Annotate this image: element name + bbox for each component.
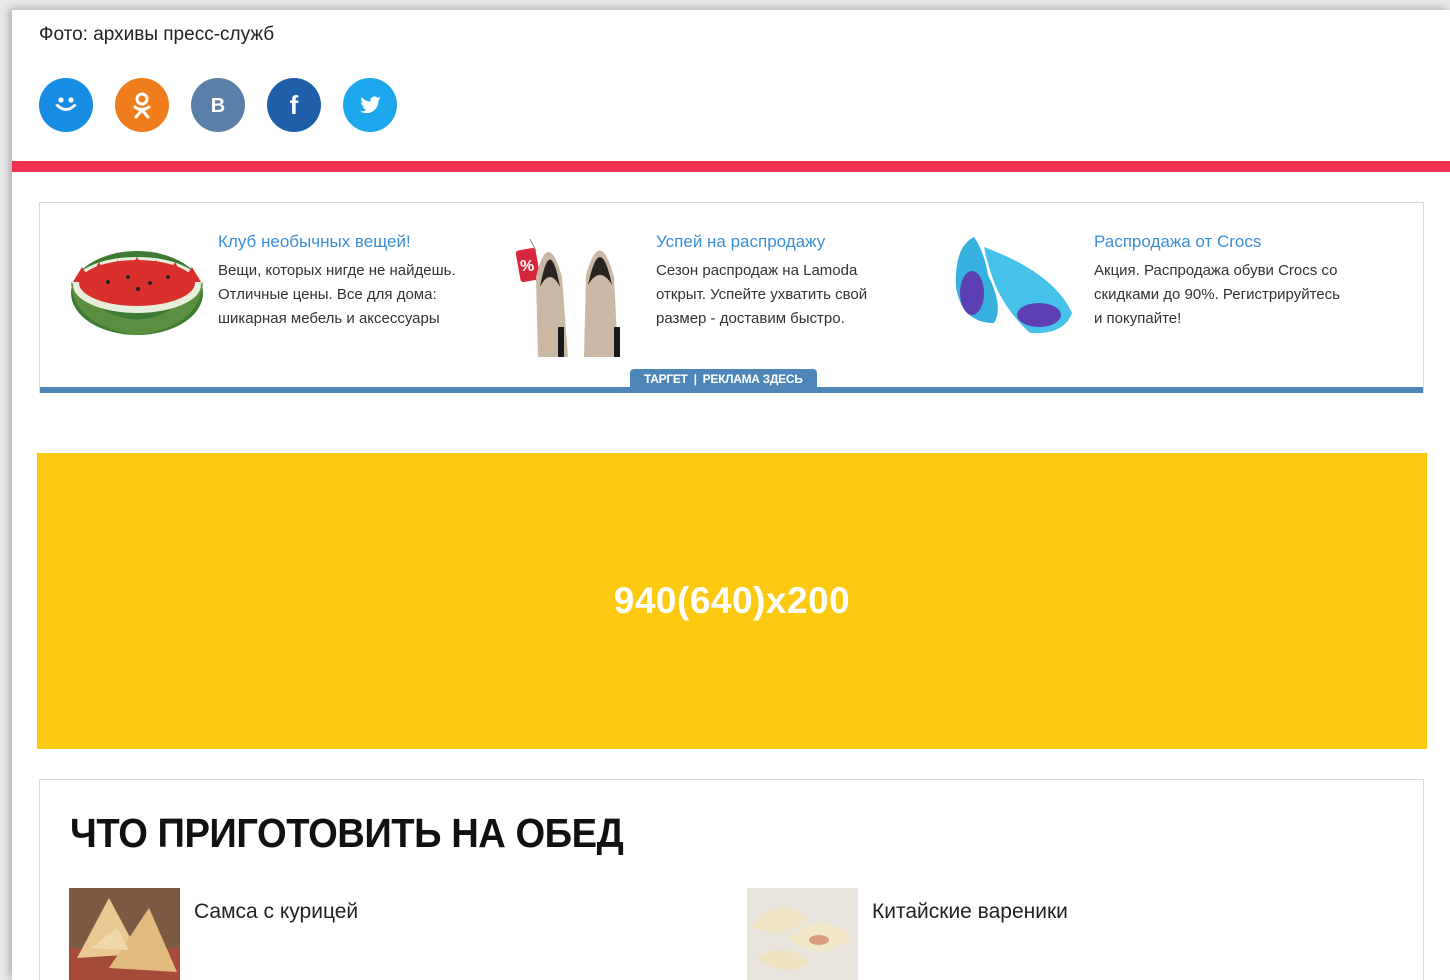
advertise-here-link[interactable]: РЕКЛАМА ЗДЕСЬ	[703, 372, 803, 386]
article-page: Фото: архивы пресс-служб B f Клуб необыч…	[12, 10, 1450, 980]
ad-description: Сезон распродаж на Lamoda открыт. Успейт…	[656, 262, 868, 327]
recipe-name[interactable]: Самса с курицей	[194, 900, 358, 980]
facebook-icon: f	[290, 90, 299, 120]
lunch-recipes-block: ЧТО ПРИГОТОВИТЬ НА ОБЕД Самса с курицей …	[39, 779, 1424, 980]
svg-text:%: %	[520, 258, 534, 275]
share-twitter-button[interactable]	[343, 78, 397, 132]
ad-item[interactable]: % Успей на распродажу Сезон распродаж на…	[506, 227, 911, 357]
ad-banner-placeholder[interactable]: 940(640)x200	[37, 453, 1427, 749]
target-ad-block: Клуб необычных вещей! Вещи, которых нигд…	[39, 202, 1424, 393]
ad-title[interactable]: Клуб необычных вещей!	[218, 231, 473, 253]
section-title: ЧТО ПРИГОТОВИТЬ НА ОБЕД	[70, 810, 624, 856]
vk-glyph: B	[211, 95, 225, 117]
share-moimir-button[interactable]	[39, 78, 93, 132]
watermelon-bowl-image	[71, 251, 203, 335]
ad-description: Акция. Распродажа обуви Crocs со скидкам…	[1094, 262, 1340, 327]
recipe-name[interactable]: Китайские вареники	[872, 900, 1068, 980]
share-buttons: B f	[39, 78, 397, 132]
target-tag-separator: |	[693, 372, 697, 386]
crocs-shoes-image	[955, 237, 1072, 334]
samsa-image	[69, 888, 180, 980]
share-facebook-button[interactable]: f	[267, 78, 321, 132]
ad-title[interactable]: Успей на распродажу	[656, 231, 911, 253]
target-tag[interactable]: ТАРГЕТ | РЕКЛАМА ЗДЕСЬ	[630, 369, 817, 389]
moimir-icon	[55, 97, 77, 111]
ad-description: Вещи, которых нигде не найдешь. Отличные…	[218, 262, 456, 327]
facebook-glyph: f	[290, 90, 299, 120]
banner-size-label: 940(640)x200	[613, 580, 851, 621]
recipe-item[interactable]: Самса с курицей	[69, 888, 358, 980]
share-vk-button[interactable]: B	[191, 78, 245, 132]
ad-item[interactable]: Клуб необычных вещей! Вещи, которых нигд…	[68, 227, 473, 357]
photo-credit: Фото: архивы пресс-служб	[39, 24, 275, 45]
recipe-item[interactable]: Китайские вареники	[747, 888, 1068, 980]
twitter-icon	[360, 96, 381, 114]
ad-item[interactable]: Распродажа от Crocs Акция. Распродажа об…	[944, 227, 1349, 357]
section-divider	[12, 161, 1450, 172]
ad-title[interactable]: Распродажа от Crocs	[1094, 231, 1349, 253]
target-tag-label[interactable]: ТАРГЕТ	[644, 372, 688, 386]
vk-icon: B	[211, 95, 225, 117]
dumplings-image	[747, 888, 858, 980]
share-odnoklassniki-button[interactable]	[115, 78, 169, 132]
high-heels-image: %	[515, 238, 620, 357]
odnoklassniki-icon	[133, 92, 151, 119]
